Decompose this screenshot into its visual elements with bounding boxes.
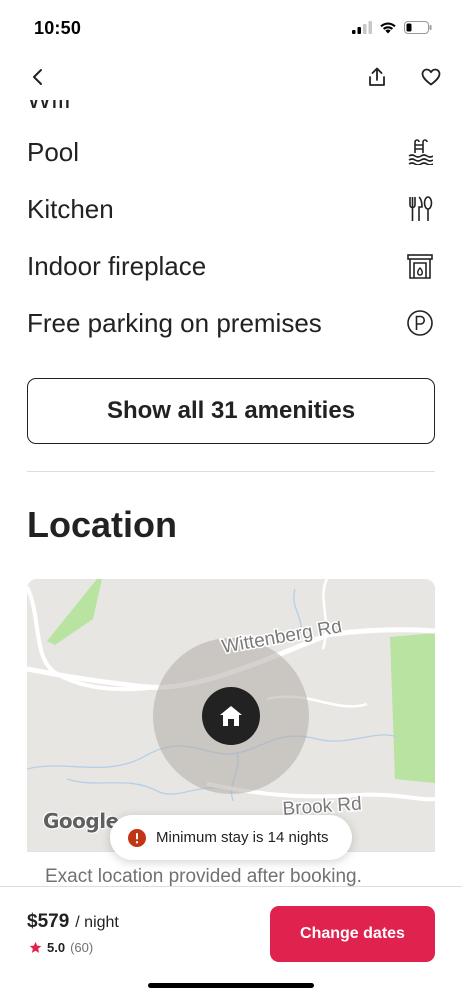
amenity-kitchen: Kitchen [27, 189, 435, 229]
section-divider [27, 471, 435, 472]
listing-content[interactable]: Wifi Pool Kitchen Indoor fireplace [0, 100, 462, 886]
home-indicator [148, 983, 314, 988]
google-attribution: Google [43, 809, 119, 833]
per-night-label: / night [75, 914, 119, 931]
amenity-label: Free parking on premises [27, 307, 322, 338]
price-line: $579 / night [27, 911, 119, 933]
amenity-label: Kitchen [27, 193, 114, 224]
top-nav [0, 54, 462, 100]
booking-footer: $579 / night 5.0 (60) Change dates [0, 886, 462, 999]
location-title: Location [27, 504, 177, 545]
back-button[interactable] [24, 64, 50, 90]
save-button[interactable] [418, 64, 444, 90]
status-icons [352, 20, 432, 34]
pool-icon [405, 137, 435, 167]
error-icon [128, 828, 146, 847]
status-time: 10:50 [34, 17, 82, 38]
review-count: (60) [70, 940, 94, 955]
amenity-cut-item: Wifi [0, 100, 462, 108]
cellular-signal-icon [352, 20, 372, 34]
amenity-fireplace: Indoor fireplace [27, 246, 435, 286]
status-bar: 10:50 [0, 0, 462, 54]
map-road-label-1: Wittenberg Rd [219, 621, 345, 659]
amenity-cut-label: Wifi [27, 100, 70, 108]
fireplace-icon [405, 251, 435, 281]
rating-value: 5.0 [47, 940, 66, 955]
battery-icon [404, 20, 432, 34]
show-all-amenities-button[interactable]: Show all 31 amenities [27, 378, 435, 444]
share-icon [369, 67, 385, 86]
kitchen-icon [405, 194, 435, 224]
toast-text: Minimum stay is 14 nights [156, 829, 329, 846]
chevron-left-icon [33, 69, 42, 85]
home-icon [220, 706, 242, 726]
wifi-icon [380, 22, 396, 33]
parking-icon [405, 308, 435, 338]
share-button[interactable] [364, 64, 390, 90]
nightly-price: $579 [27, 911, 70, 932]
change-dates-button[interactable]: Change dates [270, 906, 435, 962]
amenity-parking: Free parking on premises [27, 303, 435, 343]
star-icon [29, 941, 42, 953]
heart-icon [421, 68, 441, 86]
svg-text:Wittenberg Rd: Wittenberg Rd [220, 621, 343, 658]
amenity-pool: Pool [27, 132, 435, 172]
amenity-label: Pool [27, 136, 80, 167]
home-location-pin[interactable] [202, 687, 260, 745]
amenity-label: Indoor fireplace [27, 250, 207, 281]
rating-line[interactable]: 5.0 (60) [29, 940, 93, 955]
minimum-stay-toast: Minimum stay is 14 nights [110, 815, 352, 860]
